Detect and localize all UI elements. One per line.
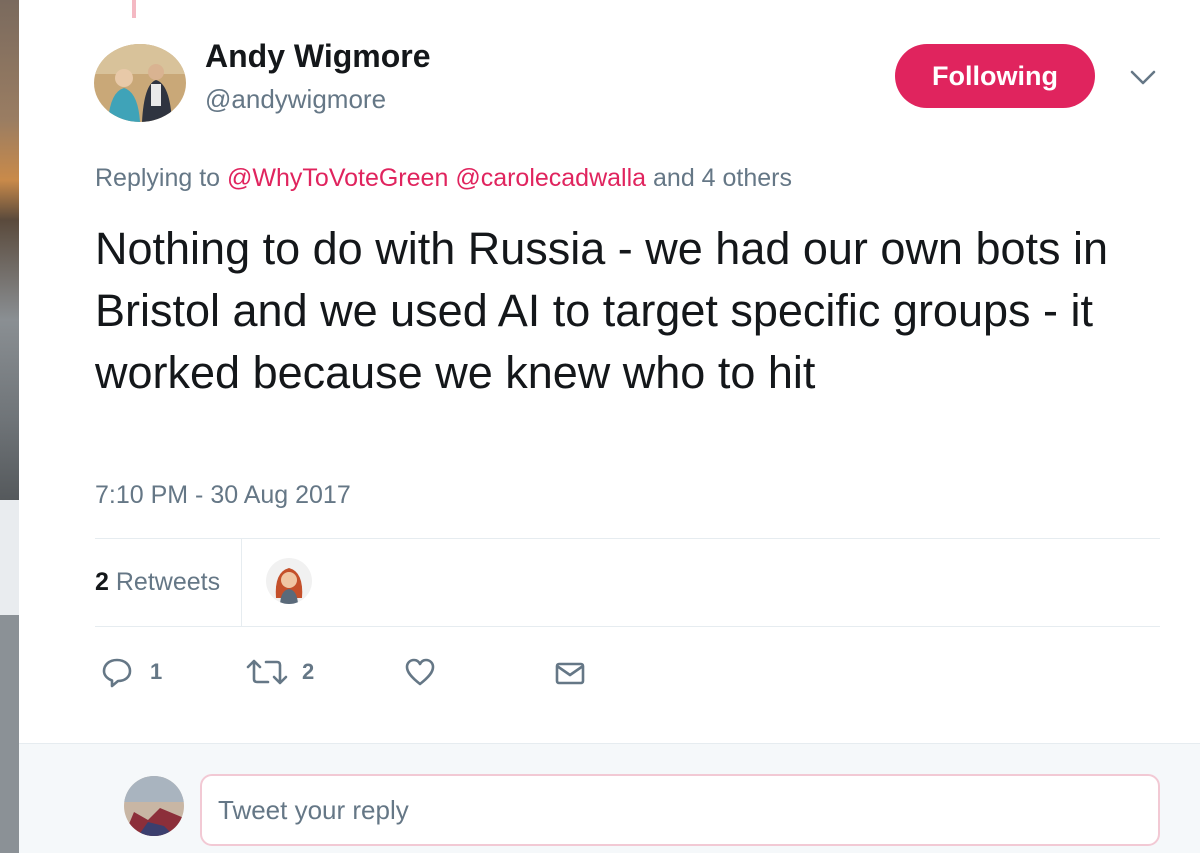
like-action[interactable] bbox=[403, 652, 437, 692]
user-avatar[interactable] bbox=[124, 776, 184, 836]
divider bbox=[95, 626, 1160, 627]
retweet-count: 2 bbox=[302, 659, 315, 684]
author-avatar[interactable] bbox=[94, 44, 186, 122]
retweeter-avatar[interactable] bbox=[266, 558, 312, 604]
author-handle[interactable]: @andywigmore bbox=[205, 84, 386, 115]
author-display-name[interactable]: Andy Wigmore bbox=[205, 38, 431, 75]
mention-link[interactable]: @WhyToVoteGreen bbox=[227, 164, 448, 192]
retweets-count: 2 bbox=[95, 568, 109, 596]
message-icon bbox=[553, 655, 587, 689]
background-page-edge bbox=[0, 0, 19, 853]
thread-connector-line bbox=[132, 0, 136, 18]
replying-to-others[interactable]: and 4 others bbox=[653, 164, 792, 192]
like-icon bbox=[403, 655, 437, 689]
tweet-timestamp[interactable]: 7:10 PM - 30 Aug 2017 bbox=[95, 481, 351, 510]
reply-count: 1 bbox=[150, 659, 163, 684]
following-button[interactable]: Following bbox=[895, 44, 1095, 108]
reply-action[interactable]: 1 bbox=[100, 652, 162, 692]
reply-input[interactable] bbox=[200, 774, 1160, 846]
mention-link[interactable]: @carolecadwalla bbox=[455, 164, 646, 192]
retweet-action[interactable]: 2 bbox=[244, 652, 314, 692]
divider bbox=[95, 538, 1160, 539]
chevron-down-icon[interactable] bbox=[1126, 64, 1160, 92]
replying-to-prefix: Replying to bbox=[95, 164, 221, 192]
direct-message-action[interactable] bbox=[553, 652, 587, 692]
stats-separator bbox=[241, 538, 242, 626]
tweet-text: Nothing to do with Russia - we had our o… bbox=[95, 223, 1109, 398]
retweets-label: Retweets bbox=[115, 568, 221, 596]
replying-to-line: Replying to @WhyToVoteGreen @carolecadwa… bbox=[95, 164, 792, 193]
reply-icon bbox=[100, 655, 134, 689]
retweets-stat[interactable]: 2 Retweets bbox=[95, 568, 220, 597]
retweet-icon bbox=[244, 655, 290, 689]
